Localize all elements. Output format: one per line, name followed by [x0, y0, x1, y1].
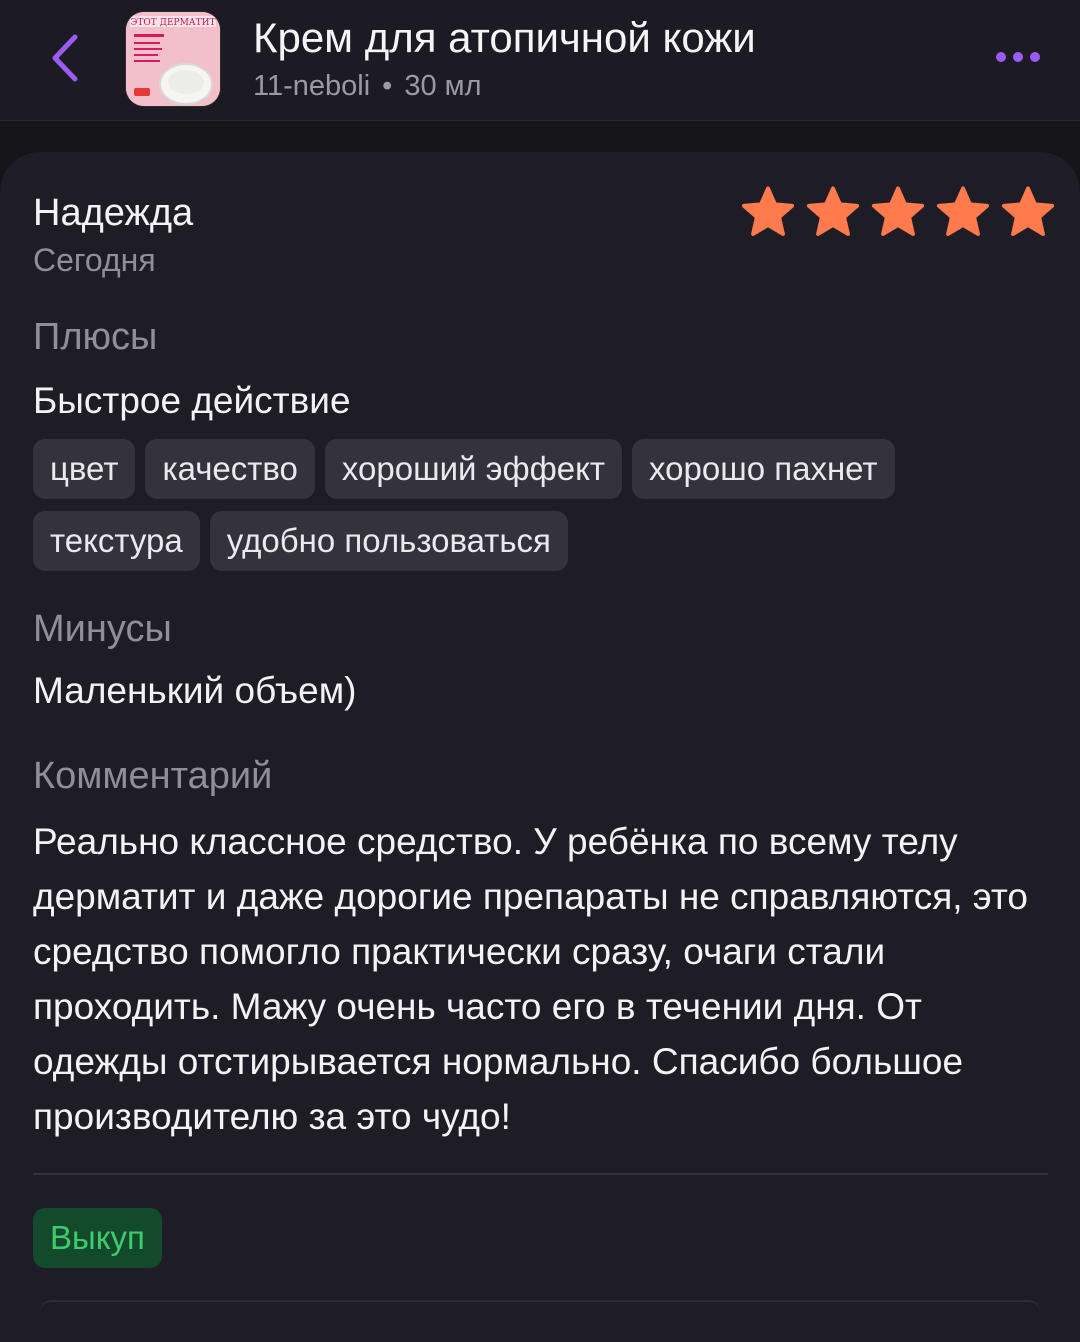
- product-image: ЭТОТ ДЕРМАТИТ: [126, 12, 220, 106]
- product-title[interactable]: Крем для атопичной кожи: [253, 14, 756, 62]
- review-author: Надежда: [33, 192, 194, 234]
- more-button[interactable]: [988, 42, 1048, 72]
- product-volume: 30 мл: [404, 70, 482, 102]
- product-thumbnail[interactable]: ЭТОТ ДЕРМАТИТ: [126, 12, 220, 106]
- tag-chip: удобно пользоваться: [209, 511, 568, 571]
- cons-label: Минусы: [33, 608, 172, 650]
- tag-chip: качество: [145, 439, 315, 499]
- seller-name[interactable]: 11-neboli: [253, 70, 370, 102]
- next-card-edge: [40, 1300, 1040, 1312]
- separator-dot: •: [382, 70, 393, 102]
- cons-text: Маленький объем): [33, 670, 357, 711]
- tag-chip: текстура: [33, 511, 200, 571]
- divider: [33, 1173, 1048, 1175]
- tag-chip: хорошо пахнет: [632, 439, 895, 499]
- back-button[interactable]: [40, 28, 88, 88]
- star-icon: [806, 186, 860, 236]
- pros-label: Плюсы: [33, 316, 158, 358]
- star-icon: [871, 186, 925, 236]
- tag-chip: цвет: [33, 439, 136, 499]
- pros-tags: цвет качество хороший эффект хорошо пахнет т…: [33, 439, 1033, 571]
- star-icon: [741, 186, 795, 236]
- pros-text: Быстрое действие: [33, 380, 351, 421]
- comment-text: Реально классное средство. У ребёнка по …: [33, 821, 1028, 1137]
- more-dots-icon: [996, 52, 1006, 62]
- star-icon: [1001, 186, 1055, 236]
- review-date: Сегодня: [33, 242, 156, 278]
- comment-label: Комментарий: [33, 755, 273, 797]
- review-card: Надежда Сегодня Плюсы Быстрое действие ц…: [0, 152, 1080, 1342]
- rating-stars: [738, 184, 1058, 242]
- top-bar: ЭТОТ ДЕРМАТИТ Крем для атопичной кожи 11…: [0, 0, 1080, 121]
- star-icon: [936, 186, 990, 236]
- product-subtitle: 11-neboli • 30 мл: [253, 70, 482, 103]
- svg-text:ЭТОТ ДЕРМАТИТ: ЭТОТ ДЕРМАТИТ: [131, 18, 216, 28]
- purchase-badge: Выкуп: [33, 1208, 162, 1268]
- chevron-left-icon: [52, 34, 78, 82]
- tag-chip: хороший эффект: [324, 439, 623, 499]
